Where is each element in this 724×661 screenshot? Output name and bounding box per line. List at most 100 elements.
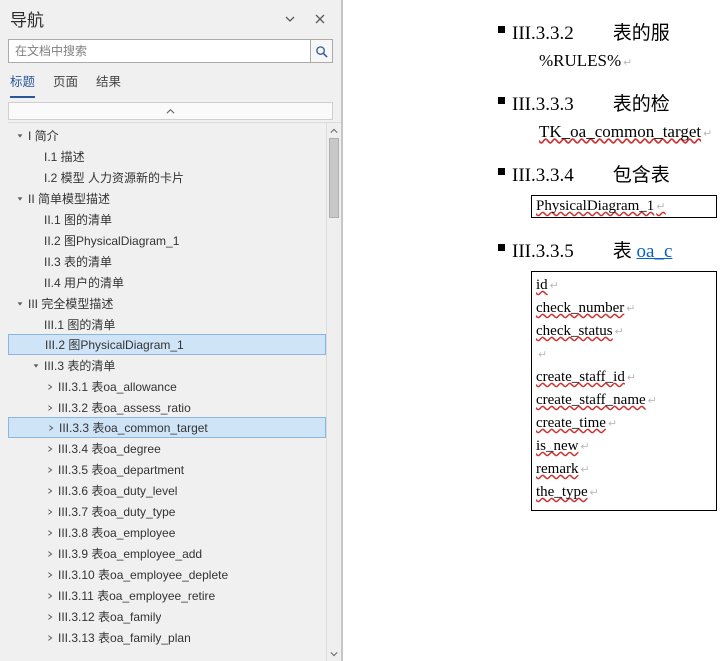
- outline-item-label: III.3.5 表oa_department: [58, 461, 184, 478]
- heading-number: III.3.3.2: [512, 23, 608, 45]
- document-pane: ↵ III.3.3.2 表的服 %RULES% III.3.3.3 表的检 TK…: [342, 0, 724, 661]
- chevron-down-icon[interactable]: [14, 132, 26, 140]
- outline-item[interactable]: III.3.2 表oa_assess_ratio: [8, 397, 326, 418]
- chevron-right-icon[interactable]: [44, 466, 56, 474]
- outline-item[interactable]: III.3.12 表oa_family: [8, 606, 326, 627]
- chevron-down-icon[interactable]: [14, 195, 26, 203]
- search-button[interactable]: [310, 40, 332, 62]
- outline-item-label: III.1 图的清单: [44, 316, 115, 333]
- outline-item-label: II.2 图PhysicalDiagram_1: [44, 232, 179, 249]
- outline-item[interactable]: II.3 表的清单: [8, 251, 326, 272]
- column-field: check_number: [536, 297, 712, 320]
- outline-item[interactable]: III.3.6 表oa_duty_level: [8, 480, 326, 501]
- chevron-down-icon[interactable]: [30, 362, 42, 370]
- chevron-right-icon[interactable]: [44, 613, 56, 621]
- heading-number: III.3.3.5: [512, 241, 608, 263]
- heading-text: 表的检: [613, 94, 670, 115]
- column-field: remark: [536, 458, 712, 481]
- outline-item-label: III.3.12 表oa_family: [58, 608, 161, 625]
- column-field: create_staff_name: [536, 389, 712, 412]
- heading-3-3-5[interactable]: III.3.3.5 表 oa_c: [498, 236, 724, 263]
- outline-item[interactable]: III.3.7 表oa_duty_type: [8, 501, 326, 522]
- chevron-right-icon[interactable]: [45, 424, 57, 432]
- outline-item-label: III.3.1 表oa_allowance: [58, 378, 177, 395]
- chevron-right-icon[interactable]: [44, 550, 56, 558]
- outline-item-label: III.3.13 表oa_family_plan: [58, 629, 191, 646]
- tab-pages[interactable]: 页面: [53, 71, 78, 98]
- s332-body[interactable]: %RULES%: [539, 51, 724, 71]
- s335-table[interactable]: idcheck_numbercheck_status create_staff_i…: [531, 271, 717, 511]
- outline-item[interactable]: III.3.9 表oa_employee_add: [8, 543, 326, 564]
- outline-item-label: III.3.7 表oa_duty_type: [58, 503, 175, 520]
- outline-item[interactable]: I.1 描述: [8, 146, 326, 167]
- chevron-right-icon[interactable]: [44, 383, 56, 391]
- heading-3-3-2[interactable]: III.3.3.2 表的服: [498, 18, 724, 45]
- outline-item[interactable]: III.3.1 表oa_allowance: [8, 376, 326, 397]
- outline-item[interactable]: III.1 图的清单: [8, 314, 326, 335]
- chevron-down-icon[interactable]: [14, 300, 26, 308]
- outline-item[interactable]: III.3.11 表oa_employee_retire: [8, 585, 326, 606]
- outline-item[interactable]: III.3.8 表oa_employee: [8, 522, 326, 543]
- heading-text: 表的服: [613, 23, 670, 44]
- outline-item-label: III.3.11 表oa_employee_retire: [58, 587, 215, 604]
- column-field: the_type: [536, 481, 712, 504]
- outline-item-label: I.2 模型 人力资源新的卡片: [44, 169, 184, 186]
- column-field: id: [536, 274, 712, 297]
- outline-item[interactable]: III.3.5 表oa_department: [8, 459, 326, 480]
- chevron-right-icon[interactable]: [44, 529, 56, 537]
- scroll-up-icon[interactable]: [327, 123, 341, 138]
- scroll-down-icon[interactable]: [327, 646, 341, 661]
- heading-number: III.3.3.4: [512, 165, 608, 187]
- outline-item[interactable]: II 简单模型描述: [8, 188, 326, 209]
- nav-title: 导航: [10, 6, 271, 31]
- chevron-right-icon[interactable]: [44, 592, 56, 600]
- outline-item-label: III.3.3 表oa_common_target: [59, 419, 208, 436]
- outline-item-label: III.3.4 表oa_degree: [58, 440, 161, 457]
- outline-item-label: III 完全模型描述: [28, 295, 113, 312]
- tab-results[interactable]: 结果: [96, 71, 121, 98]
- outline-item[interactable]: III.3.4 表oa_degree: [8, 438, 326, 459]
- outline-item-label: III.3.8 表oa_employee: [58, 524, 175, 541]
- column-field: [536, 343, 712, 366]
- outline-item[interactable]: III 完全模型描述: [8, 293, 326, 314]
- heading-3-3-3[interactable]: III.3.3.3 表的检: [498, 89, 724, 116]
- outline-item[interactable]: II.1 图的清单: [8, 209, 326, 230]
- outline-item[interactable]: III.3.13 表oa_family_plan: [8, 627, 326, 648]
- outline-item[interactable]: III.3.3 表oa_common_target: [8, 417, 326, 438]
- outline-item-label: I.1 描述: [44, 148, 85, 165]
- outline-item[interactable]: II.2 图PhysicalDiagram_1: [8, 230, 326, 251]
- chevron-right-icon[interactable]: [44, 445, 56, 453]
- outline-item-label: I 简介: [28, 127, 59, 144]
- chevron-right-icon[interactable]: [44, 571, 56, 579]
- outline-item-label: III.3.6 表oa_duty_level: [58, 482, 177, 499]
- outline-item[interactable]: III.3 表的清单: [8, 355, 326, 376]
- chevron-right-icon[interactable]: [44, 404, 56, 412]
- outline-item-label: II 简单模型描述: [28, 190, 110, 207]
- chevron-right-icon[interactable]: [44, 508, 56, 516]
- search-input[interactable]: [8, 39, 333, 63]
- heading-text: 表 oa_c: [613, 241, 673, 262]
- outline-item[interactable]: III.3.10 表oa_employee_deplete: [8, 564, 326, 585]
- heading-number: III.3.3.3: [512, 94, 608, 116]
- chevron-right-icon[interactable]: [44, 634, 56, 642]
- heading-3-3-4[interactable]: III.3.3.4 包含表: [498, 160, 724, 187]
- column-field: create_staff_id: [536, 366, 712, 389]
- outline-item[interactable]: III.2 图PhysicalDiagram_1: [8, 334, 326, 355]
- outline-item[interactable]: I.2 模型 人力资源新的卡片: [8, 167, 326, 188]
- outline-item[interactable]: I 简介: [8, 125, 326, 146]
- s333-body[interactable]: TK_oa_common_target: [539, 122, 724, 142]
- outline-item[interactable]: II.4 用户的清单: [8, 272, 326, 293]
- chevron-right-icon[interactable]: [44, 487, 56, 495]
- collapse-all-button[interactable]: [8, 102, 333, 120]
- dropdown-caret-icon[interactable]: [279, 8, 301, 30]
- scroll-thumb[interactable]: [329, 138, 339, 218]
- s334-table[interactable]: PhysicalDiagram_1: [531, 195, 717, 218]
- close-icon[interactable]: [309, 8, 331, 30]
- tab-headings[interactable]: 标题: [10, 71, 35, 98]
- outline-item-label: III.2 图PhysicalDiagram_1: [45, 336, 184, 353]
- s334-cell: PhysicalDiagram_1: [536, 198, 666, 214]
- column-field: check_status: [536, 320, 712, 343]
- navigation-pane: 导航 标题 页面 结果 I 简介 I.1 描述 I.2 模型 人力资源新的卡片 II …: [0, 0, 342, 661]
- outline-scrollbar[interactable]: [326, 123, 341, 661]
- column-field: is_new: [536, 435, 712, 458]
